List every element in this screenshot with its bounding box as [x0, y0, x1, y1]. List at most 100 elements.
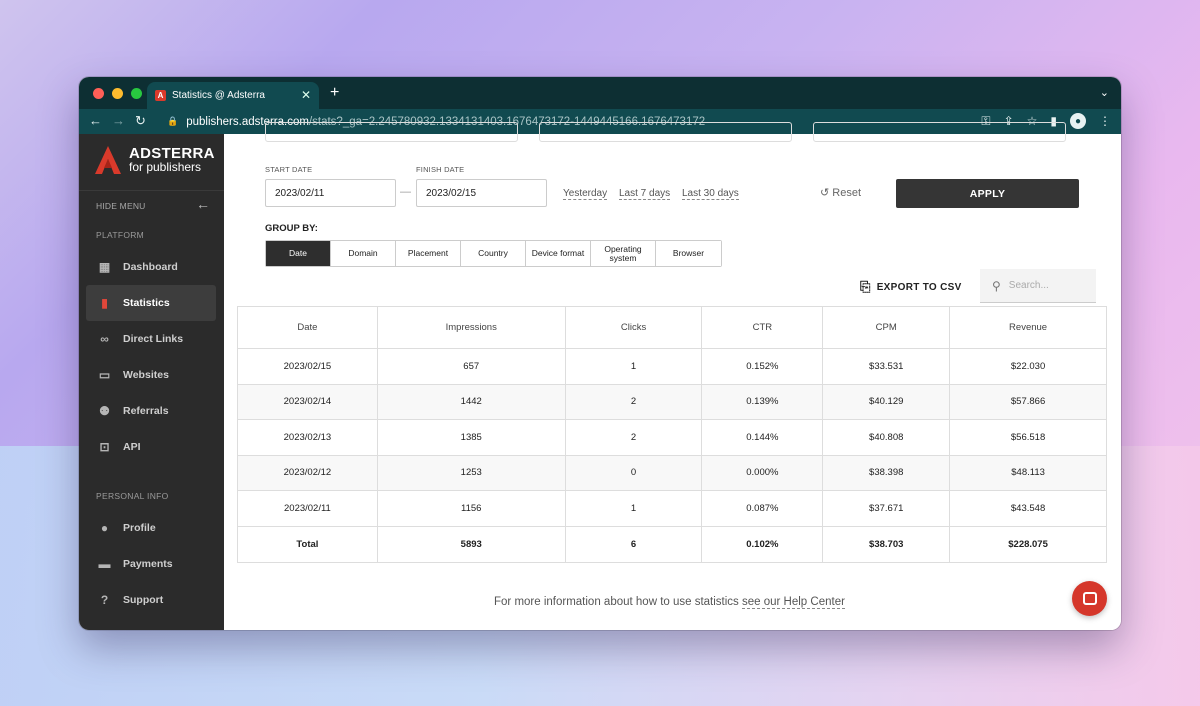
total-ctr: 0.102%: [701, 525, 824, 563]
help-text-body: For more information about how to use st…: [494, 596, 742, 608]
export-csv-button[interactable]: ⎘ EXPORT TO CSV: [860, 279, 962, 295]
search-input[interactable]: ⚲ Search...: [980, 269, 1096, 303]
bar-chart-icon: ▮: [101, 296, 108, 310]
group-by-placement[interactable]: Placement: [396, 241, 461, 266]
apply-button[interactable]: APPLY: [896, 179, 1079, 208]
terminal-icon: ⊡: [99, 440, 110, 454]
last-7-days-link[interactable]: Last 7 days: [619, 188, 671, 200]
sidebar-item-direct-links[interactable]: ∞ Direct Links: [86, 321, 216, 357]
browser-window: A Statistics @ Adsterra ✕ + ⌄ ← → ↻ 🔒 pu…: [79, 77, 1121, 630]
sidebar: ADSTERRA for publishers HIDE MENU ← PLAT…: [79, 134, 224, 630]
cell-impressions: 1156: [376, 490, 566, 527]
cell-date: 2023/02/13: [237, 419, 378, 456]
cell-clicks: 1: [564, 348, 703, 385]
filter-field[interactable]: [539, 122, 792, 142]
help-center-link[interactable]: see our Help Center: [742, 596, 845, 609]
cell-clicks: 2: [564, 419, 703, 456]
group-by-device-format[interactable]: Device format: [526, 241, 591, 266]
table-row: 2023/02/15 657 1 0.152% $33.531 $22.030: [237, 348, 1107, 385]
browser-tab[interactable]: A Statistics @ Adsterra ✕: [147, 82, 319, 109]
sidebar-item-profile[interactable]: ● Profile: [86, 510, 216, 546]
sidebar-item-websites[interactable]: ▭ Websites: [86, 357, 216, 393]
column-header-date[interactable]: Date: [237, 306, 378, 349]
cell-impressions: 657: [376, 348, 566, 385]
platform-section-label: PLATFORM: [96, 230, 145, 240]
search-icon: ⚲: [992, 278, 1001, 293]
sidebar-item-support[interactable]: ? Support: [86, 582, 216, 618]
group-by-country[interactable]: Country: [461, 241, 526, 266]
minimize-window-button[interactable]: [112, 88, 123, 99]
table-header-row: Date Impressions Clicks CTR CPM Revenue: [237, 306, 1107, 349]
start-date-label: START DATE: [265, 165, 313, 174]
close-window-button[interactable]: [93, 88, 104, 99]
personal-info-section-label: PERSONAL INFO: [96, 491, 169, 501]
main-content: START DATE FINISH DATE 2023/02/11 — 2023…: [224, 122, 1121, 630]
cell-clicks: 2: [564, 383, 703, 420]
sidebar-item-label: Referrals: [123, 405, 169, 417]
column-header-revenue[interactable]: Revenue: [949, 306, 1107, 349]
sidebar-item-dashboard[interactable]: ▦ Dashboard: [86, 249, 216, 285]
sidebar-item-statistics[interactable]: ▮ Statistics: [86, 285, 216, 321]
close-tab-icon[interactable]: ✕: [301, 88, 311, 102]
start-date-input[interactable]: 2023/02/11: [265, 179, 396, 207]
cell-date: 2023/02/15: [237, 348, 378, 385]
sidebar-item-payments[interactable]: ▬ Payments: [86, 546, 216, 582]
maximize-window-button[interactable]: [131, 88, 142, 99]
forward-icon[interactable]: →: [112, 113, 125, 128]
cell-cpm: $40.808: [822, 419, 951, 456]
group-by-date[interactable]: Date: [266, 241, 331, 266]
logo[interactable]: ADSTERRA for publishers: [95, 146, 215, 174]
sidebar-item-referrals[interactable]: ⚉ Referrals: [86, 393, 216, 429]
reset-label: Reset: [832, 187, 862, 199]
column-header-ctr[interactable]: CTR: [701, 306, 824, 349]
chat-button[interactable]: [1072, 581, 1107, 616]
favicon: A: [155, 90, 166, 101]
cell-impressions: 1385: [376, 419, 566, 456]
sidebar-item-api[interactable]: ⊡ API: [86, 429, 216, 465]
cell-clicks: 1: [564, 490, 703, 527]
cell-ctr: 0.144%: [701, 419, 824, 456]
new-tab-icon[interactable]: +: [330, 84, 339, 102]
sidebar-item-label: Websites: [123, 369, 169, 381]
column-header-clicks[interactable]: Clicks: [564, 306, 703, 349]
statistics-table: Date Impressions Clicks CTR CPM Revenue …: [237, 306, 1107, 563]
sidebar-item-label: Profile: [123, 522, 156, 534]
sidebar-item-label: Payments: [123, 558, 173, 570]
yesterday-link[interactable]: Yesterday: [563, 188, 608, 200]
dashboard-icon: ▦: [98, 260, 111, 274]
help-text: For more information about how to use st…: [494, 596, 845, 609]
total-impressions: 5893: [376, 525, 566, 563]
group-by-domain[interactable]: Domain: [331, 241, 396, 266]
reload-icon[interactable]: ↻: [135, 113, 146, 129]
back-icon[interactable]: ←: [89, 113, 102, 128]
total-cpm: $38.703: [822, 525, 951, 563]
group-by-browser[interactable]: Browser: [656, 241, 721, 266]
column-header-impressions[interactable]: Impressions: [376, 306, 566, 349]
column-header-cpm[interactable]: CPM: [822, 306, 951, 349]
tab-strip: A Statistics @ Adsterra ✕ + ⌄: [79, 77, 1121, 109]
page: ADSTERRA for publishers HIDE MENU ← PLAT…: [79, 122, 1121, 630]
collapse-arrow-icon[interactable]: ←: [196, 196, 210, 212]
cell-revenue: $43.548: [949, 490, 1107, 527]
divider: [79, 190, 224, 191]
last-30-days-link[interactable]: Last 30 days: [682, 188, 739, 200]
group-by-operating-system[interactable]: Operating system: [591, 241, 656, 266]
credit-card-icon: ▬: [98, 557, 111, 571]
filter-field[interactable]: [813, 122, 1066, 142]
user-circle-icon: ●: [100, 521, 109, 535]
table-row: 2023/02/11 1156 1 0.087% $37.671 $43.548: [237, 490, 1107, 527]
cell-revenue: $48.113: [949, 454, 1107, 491]
link-icon: ∞: [100, 332, 109, 346]
hide-menu-label[interactable]: HIDE MENU: [96, 201, 146, 211]
profile-avatar-icon[interactable]: ●: [1070, 113, 1086, 129]
cell-impressions: 1442: [376, 383, 566, 420]
cell-date: 2023/02/14: [237, 383, 378, 420]
finish-date-label: FINISH DATE: [416, 165, 465, 174]
group-by-label: GROUP BY:: [265, 223, 318, 234]
chevron-down-icon[interactable]: ⌄: [1100, 86, 1109, 99]
finish-date-input[interactable]: 2023/02/15: [416, 179, 547, 207]
cell-cpm: $38.398: [822, 454, 951, 491]
reset-button[interactable]: ↺ Reset: [820, 186, 861, 199]
more-menu-icon[interactable]: ⋮: [1099, 114, 1111, 128]
filter-field[interactable]: [265, 122, 518, 142]
